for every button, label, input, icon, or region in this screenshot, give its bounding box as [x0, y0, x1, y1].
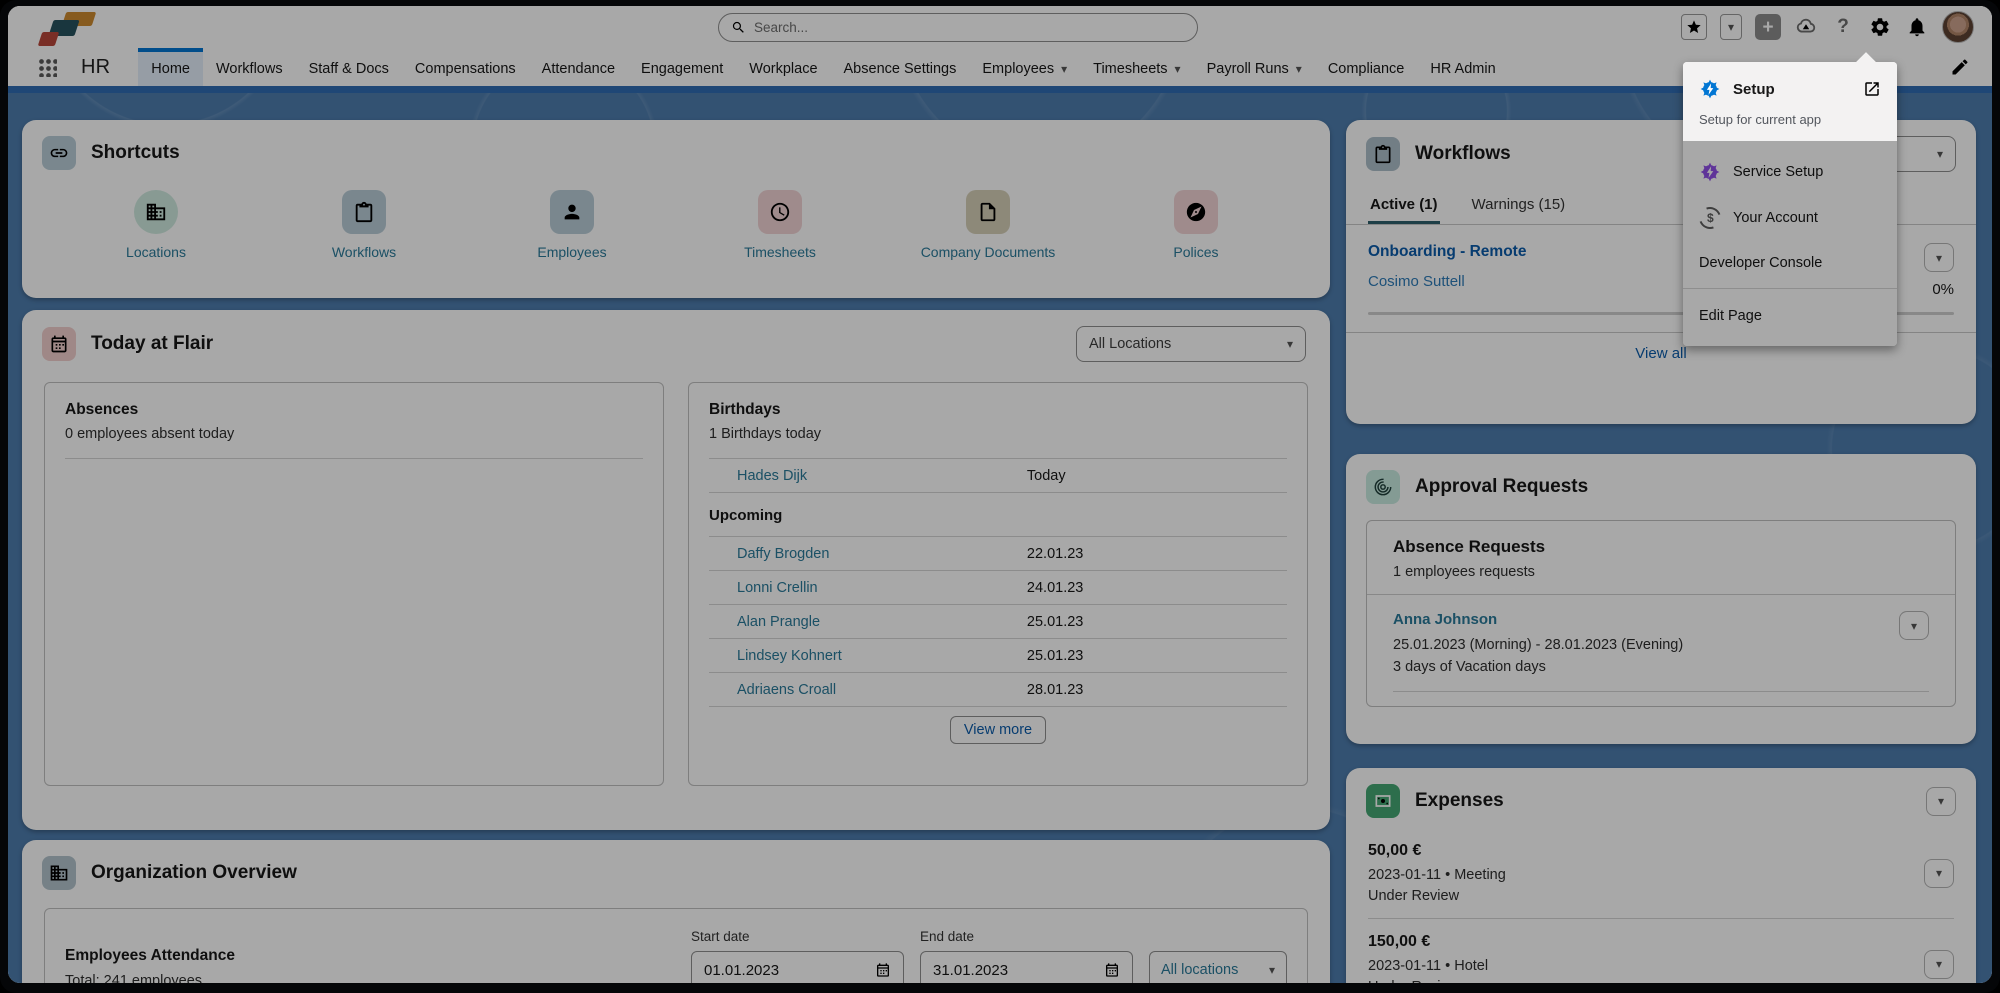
setup-menu-rest: Service Setup $ Your Account Developer C…	[1683, 141, 1897, 346]
service-setup-menu-item[interactable]: Service Setup	[1683, 149, 1897, 195]
setup-dropdown-menu: Setup Setup for current app Service Setu…	[1683, 62, 1897, 346]
edit-page-menu-item[interactable]: Edit Page	[1683, 292, 1897, 340]
setup-gear-bolt-icon	[1699, 78, 1721, 100]
menu-divider	[1683, 288, 1897, 289]
app-screen: + ? HR Home Workflows Staff & Docs Compe…	[8, 6, 1992, 983]
dollar-cycle-icon: $	[1695, 203, 1724, 232]
screenshot-window: + ? HR Home Workflows Staff & Docs Compe…	[0, 0, 2000, 993]
setup-menu-description: Setup for current app	[1683, 104, 1897, 127]
your-account-menu-item[interactable]: $ Your Account	[1683, 195, 1897, 241]
setup-menu-label: Setup	[1733, 81, 1851, 98]
setup-menu-item-highlighted[interactable]: Setup Setup for current app	[1683, 62, 1897, 141]
service-setup-gear-icon	[1699, 161, 1721, 183]
external-link-icon	[1863, 80, 1881, 98]
developer-console-menu-item[interactable]: Developer Console	[1683, 241, 1897, 285]
